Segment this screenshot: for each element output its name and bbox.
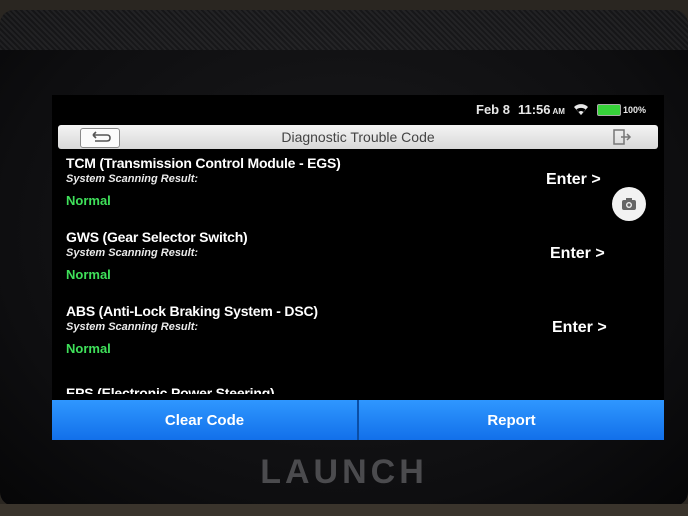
action-bar: Clear Code Report	[52, 400, 664, 440]
system-list: TCM (Transmission Control Module - EGS) …	[52, 153, 664, 394]
screenshot-button[interactable]	[612, 187, 646, 221]
list-item-eps[interactable]: EPS (Electronic Power Steering)	[66, 385, 650, 394]
report-button[interactable]: Report	[357, 400, 664, 440]
status-time-value: 11:56	[517, 102, 551, 117]
system-name: ABS (Anti-Lock Braking System - DSC)	[66, 303, 318, 319]
battery-icon	[596, 103, 621, 116]
system-name: EPS (Electronic Power Steering)	[66, 385, 275, 394]
table-surface	[0, 504, 688, 516]
enter-button[interactable]: Enter >	[552, 319, 607, 337]
status-date: Feb 8	[476, 102, 510, 117]
status-time: 11:56 AM	[518, 102, 565, 117]
wifi-icon	[573, 103, 589, 116]
exit-button[interactable]	[608, 128, 636, 146]
device-screen: Feb 8 11:56 AM 100% Diagnostic Trouble Co	[52, 95, 664, 440]
enter-button[interactable]: Enter >	[550, 245, 605, 263]
system-name: TCM (Transmission Control Module - EGS)	[66, 155, 341, 171]
title-bar: Diagnostic Trouble Code	[58, 125, 658, 149]
clear-code-button[interactable]: Clear Code	[52, 400, 357, 440]
status-normal: Normal	[66, 267, 111, 282]
status-bar: Feb 8 11:56 AM 100%	[52, 95, 664, 123]
enter-button[interactable]: Enter >	[546, 171, 601, 189]
battery-indicator: 100%	[596, 103, 646, 116]
camera-icon	[622, 198, 636, 210]
status-normal: Normal	[66, 193, 111, 208]
brand-logo: LAUNCH	[260, 453, 428, 491]
status-normal: Normal	[66, 341, 111, 356]
exit-icon	[613, 129, 632, 145]
list-item-gws[interactable]: GWS (Gear Selector Switch) System Scanni…	[66, 229, 650, 303]
list-item-tcm[interactable]: TCM (Transmission Control Module - EGS) …	[66, 155, 650, 229]
page-title: Diagnostic Trouble Code	[281, 129, 435, 145]
list-item-abs[interactable]: ABS (Anti-Lock Braking System - DSC) Sys…	[66, 303, 650, 377]
system-name: GWS (Gear Selector Switch)	[66, 229, 248, 245]
battery-percent: 100%	[622, 104, 646, 115]
status-ampm: AM	[552, 107, 565, 116]
